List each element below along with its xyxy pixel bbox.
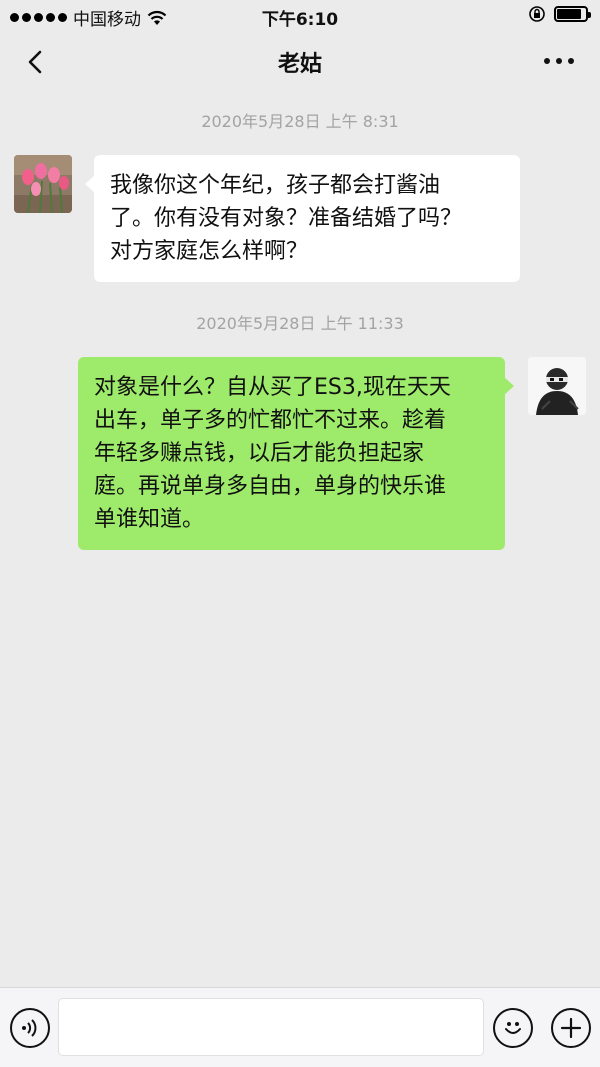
input-bar xyxy=(0,987,600,1067)
orientation-lock-icon xyxy=(529,6,545,22)
outgoing-message-bubble[interactable]: 对象是什么？自从买了ES3,现在天天 出车，单子多的忙都忙不过来。趁着 年轻多赚… xyxy=(78,357,514,550)
incoming-message-bubble[interactable]: 我像你这个年纪，孩子都会打酱油 了。你有没有对象？准备结婚了吗？ 对方家庭怎么样… xyxy=(85,155,520,282)
message-line: 单谁知道。 xyxy=(94,507,205,532)
status-time: 下午6:10 xyxy=(261,10,339,30)
message-line: 庭。再说单身多自由，单身的快乐谁 xyxy=(94,474,447,499)
status-right xyxy=(528,5,591,23)
message-input[interactable] xyxy=(58,998,484,1056)
message-line: 出车，单子多的忙都忙不过来。趁着 xyxy=(94,408,447,433)
message-timestamp: 2020年5月28日 上午 8:31 xyxy=(201,112,399,131)
battery-icon xyxy=(554,6,591,22)
message-line: 对方家庭怎么样啊？ xyxy=(110,239,309,264)
message-line: 对象是什么？自从买了ES3,现在天天 xyxy=(94,375,451,400)
message-timestamp: 2020年5月28日 上午 11:33 xyxy=(196,314,404,333)
contact-avatar[interactable] xyxy=(14,155,72,213)
message-line: 年轻多赚点钱，以后才能负担起家 xyxy=(94,441,425,466)
battery-fill xyxy=(557,9,581,19)
message-line: 了。你有没有对象？准备结婚了吗？ xyxy=(110,206,463,231)
voice-icon[interactable] xyxy=(10,1008,50,1048)
emoji-icon[interactable] xyxy=(493,1008,533,1048)
chat-screen: 中国移动 下午6:10 老姑 2020年5月28日 上午 8:31 我像你这个年… xyxy=(0,0,600,1067)
nav-bar: 老姑 xyxy=(0,32,600,92)
chat-title: 老姑 xyxy=(277,52,322,77)
my-avatar[interactable] xyxy=(528,357,586,415)
more-dots-icon[interactable] xyxy=(544,58,574,64)
message-line: 我像你这个年纪，孩子都会打酱油 xyxy=(110,173,441,198)
status-bar: 中国移动 下午6:10 xyxy=(0,0,600,32)
plus-icon[interactable] xyxy=(551,1008,591,1048)
